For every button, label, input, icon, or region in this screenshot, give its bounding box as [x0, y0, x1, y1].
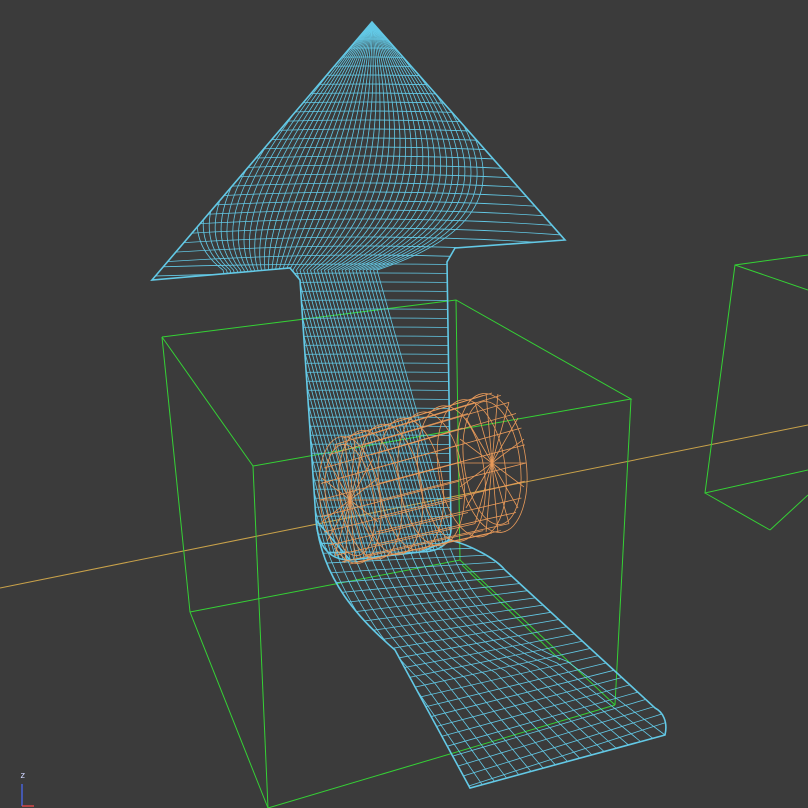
axis-gizmo-z-label: z — [20, 771, 26, 781]
scene-canvas[interactable] — [0, 0, 808, 808]
3d-viewport[interactable]: z — [0, 0, 808, 808]
arrow[interactable] — [120, 20, 600, 561]
box-lattice-2[interactable] — [704, 254, 808, 531]
axis-gizmo — [21, 784, 34, 807]
